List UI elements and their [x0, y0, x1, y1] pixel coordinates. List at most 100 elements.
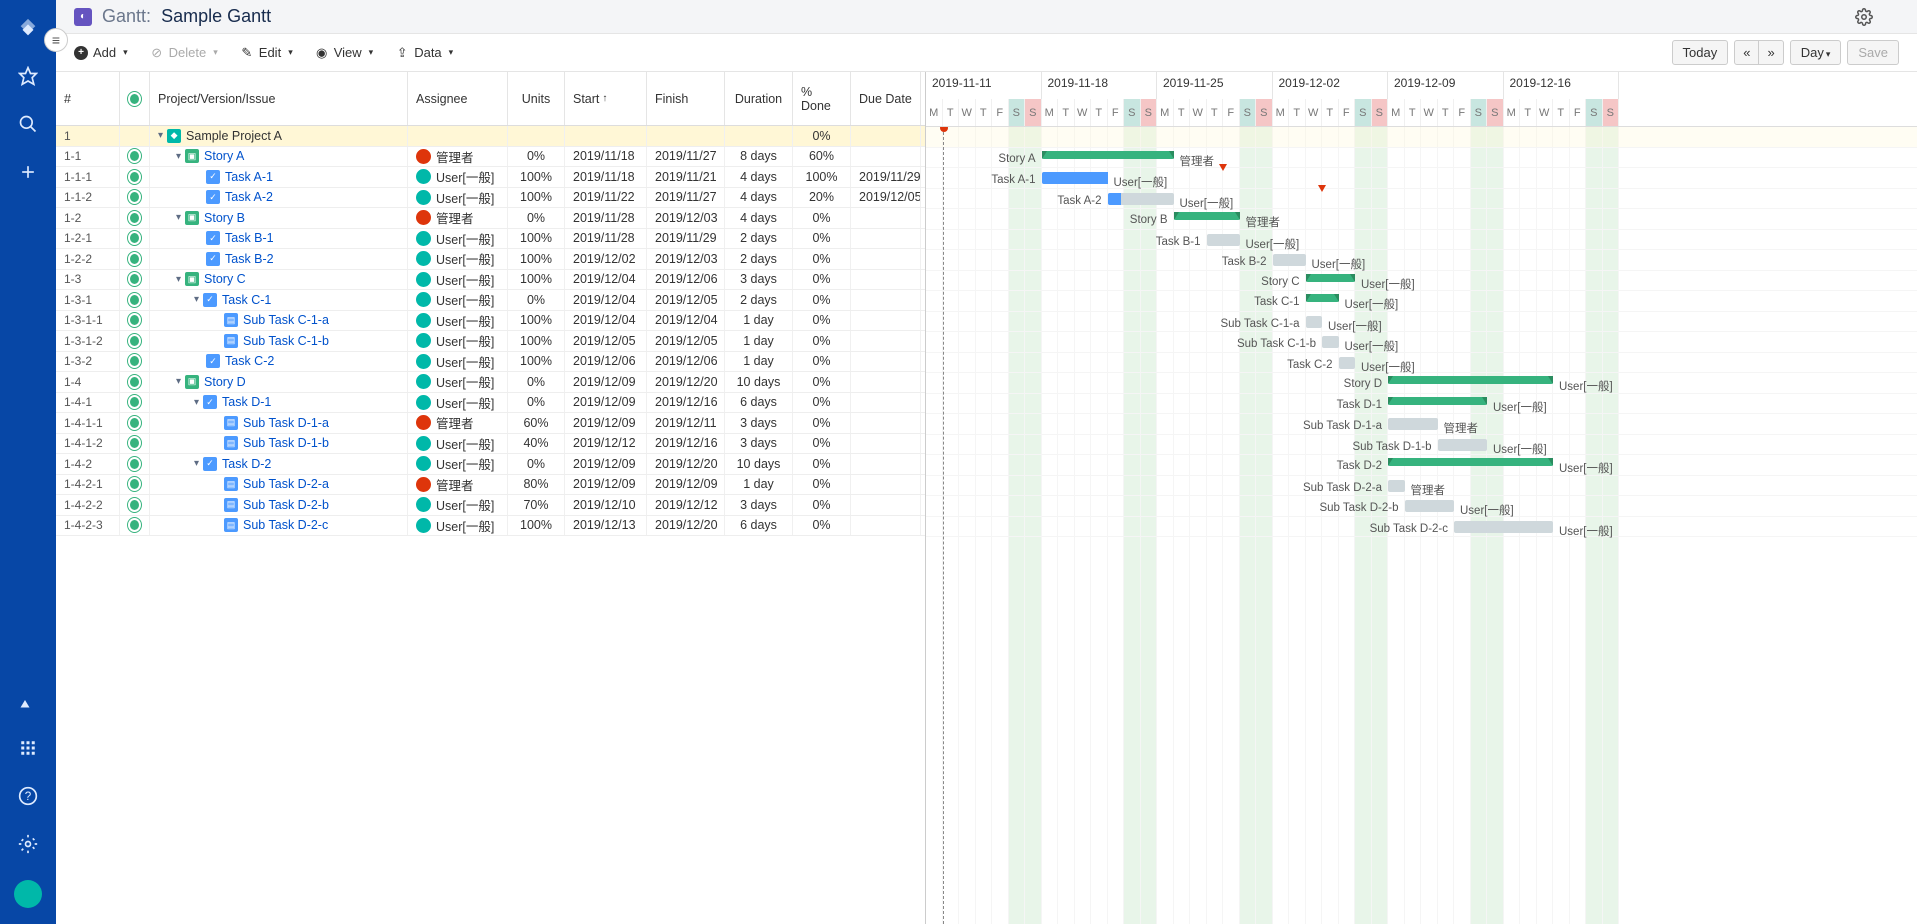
row-name[interactable]: ✓Task B-1: [150, 229, 408, 249]
today-button[interactable]: Today: [1672, 40, 1729, 65]
grid-row[interactable]: 1-2▾▣Story B管理者0%2019/11/282019/12/034 d…: [56, 208, 925, 229]
gantt-bar[interactable]: Sub Task D-1-a管理者: [1388, 418, 1438, 430]
gantt-bar[interactable]: Sub Task C-1-bUser[一般]: [1322, 336, 1339, 348]
data-button[interactable]: ⇪Data: [395, 45, 453, 60]
task-name[interactable]: Sub Task D-2-a: [243, 477, 329, 491]
row-name[interactable]: ✓Task C-2: [150, 352, 408, 372]
gantt-bar[interactable]: Story A管理者: [1042, 151, 1174, 159]
next-button[interactable]: »: [1759, 40, 1783, 65]
star-icon[interactable]: [16, 64, 40, 88]
row-name[interactable]: ▾✓Task D-2: [150, 454, 408, 474]
task-name[interactable]: Story D: [204, 375, 246, 389]
gantt-bar[interactable]: Sub Task D-2-bUser[一般]: [1405, 500, 1455, 512]
row-name[interactable]: ▾✓Task C-1: [150, 290, 408, 310]
task-name[interactable]: Task A-1: [225, 170, 273, 184]
gantt-bar[interactable]: Task C-1User[一般]: [1306, 294, 1339, 302]
task-name[interactable]: Task C-1: [222, 293, 271, 307]
row-name[interactable]: ✓Task A-1: [150, 167, 408, 187]
grid-row[interactable]: 1-1-2✓Task A-2User[一般]100%2019/11/222019…: [56, 188, 925, 209]
row-name[interactable]: ▤Sub Task D-1-a: [150, 413, 408, 433]
grid-row[interactable]: 1-2-1✓Task B-1User[一般]100%2019/11/282019…: [56, 229, 925, 250]
feedback-icon[interactable]: [16, 688, 40, 712]
gantt-bar[interactable]: Sub Task D-1-bUser[一般]: [1438, 439, 1488, 451]
grid-row[interactable]: 1-4-2-2▤Sub Task D-2-bUser[一般]70%2019/12…: [56, 495, 925, 516]
gantt-bar[interactable]: Sub Task C-1-aUser[一般]: [1306, 316, 1323, 328]
search-icon[interactable]: [16, 112, 40, 136]
grid-row[interactable]: 1-1▾▣Story A管理者0%2019/11/182019/11/278 d…: [56, 147, 925, 168]
grid-row[interactable]: 1-4▾▣Story DUser[一般]0%2019/12/092019/12/…: [56, 372, 925, 393]
user-avatar[interactable]: [14, 880, 42, 908]
row-name[interactable]: ▾▣Story C: [150, 270, 408, 290]
grid-row[interactable]: 1-2-2✓Task B-2User[一般]100%2019/12/022019…: [56, 249, 925, 270]
edit-button[interactable]: ✎Edit: [240, 45, 293, 60]
col-units[interactable]: Units: [508, 72, 565, 125]
grid-row[interactable]: 1-3-1-1▤Sub Task C-1-aUser[一般]100%2019/1…: [56, 311, 925, 332]
gantt-bar[interactable]: Story B管理者: [1174, 212, 1240, 220]
save-button[interactable]: Save: [1847, 40, 1899, 65]
row-name[interactable]: ▤Sub Task D-2-a: [150, 475, 408, 495]
sidebar-collapse-toggle[interactable]: ≡: [44, 28, 68, 52]
task-name[interactable]: Story A: [204, 149, 244, 163]
gear-icon[interactable]: [1855, 8, 1873, 26]
add-icon[interactable]: [16, 160, 40, 184]
grid-row[interactable]: 1▾◆Sample Project A0%: [56, 126, 925, 147]
col-assignee[interactable]: Assignee: [408, 72, 508, 125]
task-name[interactable]: Sub Task D-2-b: [243, 498, 329, 512]
task-name[interactable]: Story C: [204, 272, 246, 286]
scale-selector[interactable]: Day: [1790, 40, 1842, 65]
grid-row[interactable]: 1-3▾▣Story CUser[一般]100%2019/12/042019/1…: [56, 270, 925, 291]
row-name[interactable]: ▾▣Story A: [150, 147, 408, 167]
expand-caret-icon[interactable]: ▾: [176, 212, 181, 223]
grid-row[interactable]: 1-3-1-2▤Sub Task C-1-bUser[一般]100%2019/1…: [56, 331, 925, 352]
timeline-body[interactable]: Story A管理者Task A-1User[一般]Task A-2User[一…: [926, 127, 1917, 924]
expand-caret-icon[interactable]: ▾: [158, 130, 163, 141]
grid-row[interactable]: 1-3-1▾✓Task C-1User[一般]0%2019/12/042019/…: [56, 290, 925, 311]
row-name[interactable]: ✓Task A-2: [150, 188, 408, 208]
grid-row[interactable]: 1-4-1▾✓Task D-1User[一般]0%2019/12/092019/…: [56, 393, 925, 414]
gantt-bar[interactable]: Task D-1User[一般]: [1388, 397, 1487, 405]
task-name[interactable]: Task B-2: [225, 252, 274, 266]
task-name[interactable]: Task C-2: [225, 354, 274, 368]
row-name[interactable]: ▤Sub Task D-1-b: [150, 434, 408, 454]
grid-row[interactable]: 1-4-2▾✓Task D-2User[一般]0%2019/12/092019/…: [56, 454, 925, 475]
col-name[interactable]: Project/Version/Issue: [150, 72, 408, 125]
row-name[interactable]: ▾▣Story D: [150, 372, 408, 392]
grid-row[interactable]: 1-4-1-2▤Sub Task D-1-bUser[一般]40%2019/12…: [56, 434, 925, 455]
grid-row[interactable]: 1-4-2-3▤Sub Task D-2-cUser[一般]100%2019/1…: [56, 516, 925, 537]
task-name[interactable]: Sub Task C-1-b: [243, 334, 329, 348]
task-name[interactable]: Task B-1: [225, 231, 274, 245]
row-name[interactable]: ▤Sub Task C-1-b: [150, 331, 408, 351]
task-name[interactable]: Sub Task D-1-a: [243, 416, 329, 430]
task-name[interactable]: Task D-2: [222, 457, 271, 471]
row-name[interactable]: ✓Task B-2: [150, 249, 408, 269]
row-name[interactable]: ▾◆Sample Project A: [150, 126, 408, 146]
grid-row[interactable]: 1-4-2-1▤Sub Task D-2-a管理者80%2019/12/0920…: [56, 475, 925, 496]
view-button[interactable]: ◉View: [315, 45, 373, 60]
menu-dropdown-icon[interactable]: [1881, 8, 1899, 26]
task-name[interactable]: Sub Task D-1-b: [243, 436, 329, 450]
grid-row[interactable]: 1-1-1✓Task A-1User[一般]100%2019/11/182019…: [56, 167, 925, 188]
row-name[interactable]: ▤Sub Task D-2-b: [150, 495, 408, 515]
task-name[interactable]: Sub Task D-2-c: [243, 518, 328, 532]
task-name[interactable]: Task A-2: [225, 190, 273, 204]
col-duration[interactable]: Duration: [725, 72, 793, 125]
gantt-bar[interactable]: Sub Task D-2-a管理者: [1388, 480, 1405, 492]
row-name[interactable]: ▤Sub Task D-2-c: [150, 516, 408, 536]
expand-caret-icon[interactable]: ▾: [176, 274, 181, 285]
col-status[interactable]: [120, 72, 150, 125]
settings-icon[interactable]: [16, 832, 40, 856]
expand-caret-icon[interactable]: ▾: [176, 151, 181, 162]
expand-caret-icon[interactable]: ▾: [194, 397, 199, 408]
col-done[interactable]: % Done: [793, 72, 851, 125]
col-finish[interactable]: Finish: [647, 72, 725, 125]
grid-row[interactable]: 1-4-1-1▤Sub Task D-1-a管理者60%2019/12/0920…: [56, 413, 925, 434]
gantt-bar[interactable]: Story DUser[一般]: [1388, 376, 1553, 384]
apps-icon[interactable]: [16, 736, 40, 760]
grid-row[interactable]: 1-3-2✓Task C-2User[一般]100%2019/12/062019…: [56, 352, 925, 373]
row-name[interactable]: ▤Sub Task C-1-a: [150, 311, 408, 331]
task-name[interactable]: Task D-1: [222, 395, 271, 409]
expand-caret-icon[interactable]: ▾: [194, 294, 199, 305]
gantt-bar[interactable]: Task A-1User[一般]: [1042, 172, 1108, 184]
prev-button[interactable]: «: [1734, 40, 1759, 65]
gantt-bar[interactable]: Story CUser[一般]: [1306, 274, 1356, 282]
